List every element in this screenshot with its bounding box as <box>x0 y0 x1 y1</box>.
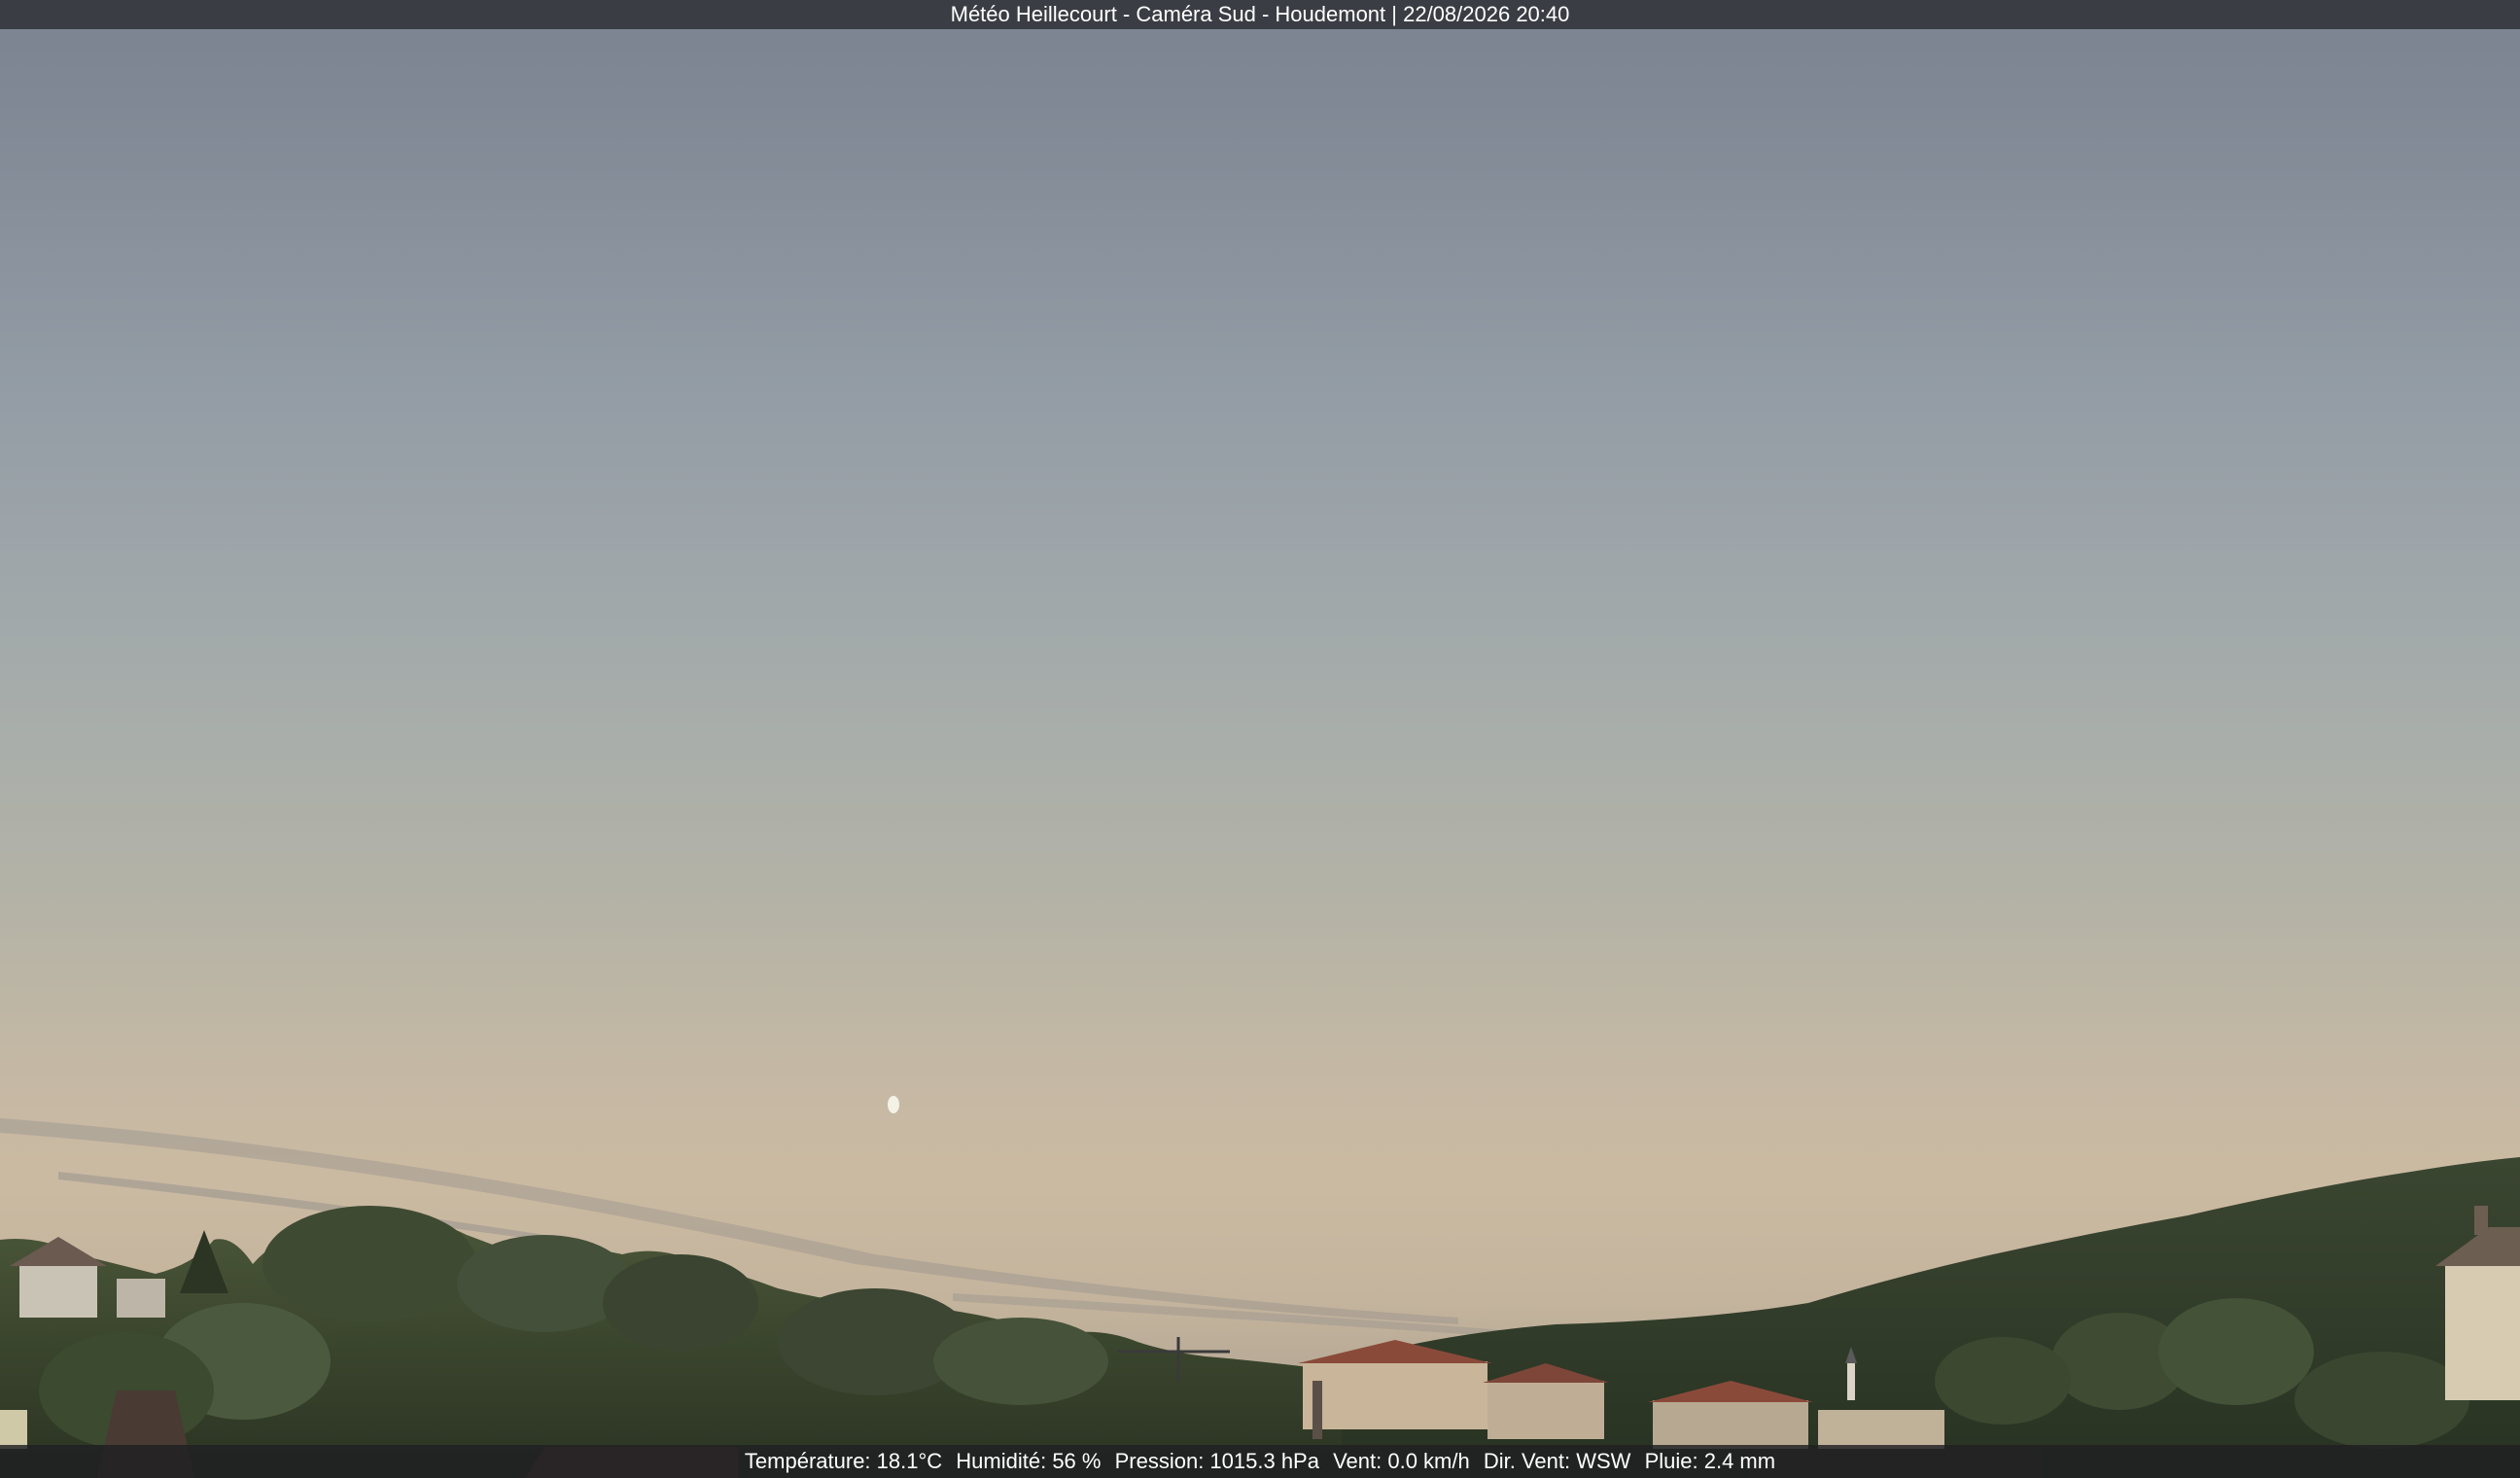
wind-speed-reading: Vent: 0.0 km/h <box>1333 1449 1470 1473</box>
rain-reading: Pluie: 2.4 mm <box>1644 1449 1776 1473</box>
camera-title-overlay: Météo Heillecourt - Caméra Sud - Houdemo… <box>0 0 2520 29</box>
wind-direction-reading: Dir. Vent: WSW <box>1483 1449 1631 1473</box>
weather-status-overlay: Température: 18.1°C Humidité: 56 % Press… <box>0 1445 2520 1478</box>
webcam-frame: Météo Heillecourt - Caméra Sud - Houdemo… <box>0 0 2520 1478</box>
landscape-scene <box>0 1096 2520 1478</box>
pressure-reading: Pression: 1015.3 hPa <box>1114 1449 1319 1473</box>
moon <box>888 1096 899 1113</box>
temperature-reading: Température: 18.1°C <box>744 1449 943 1473</box>
humidity-reading: Humidité: 56 % <box>956 1449 1102 1473</box>
